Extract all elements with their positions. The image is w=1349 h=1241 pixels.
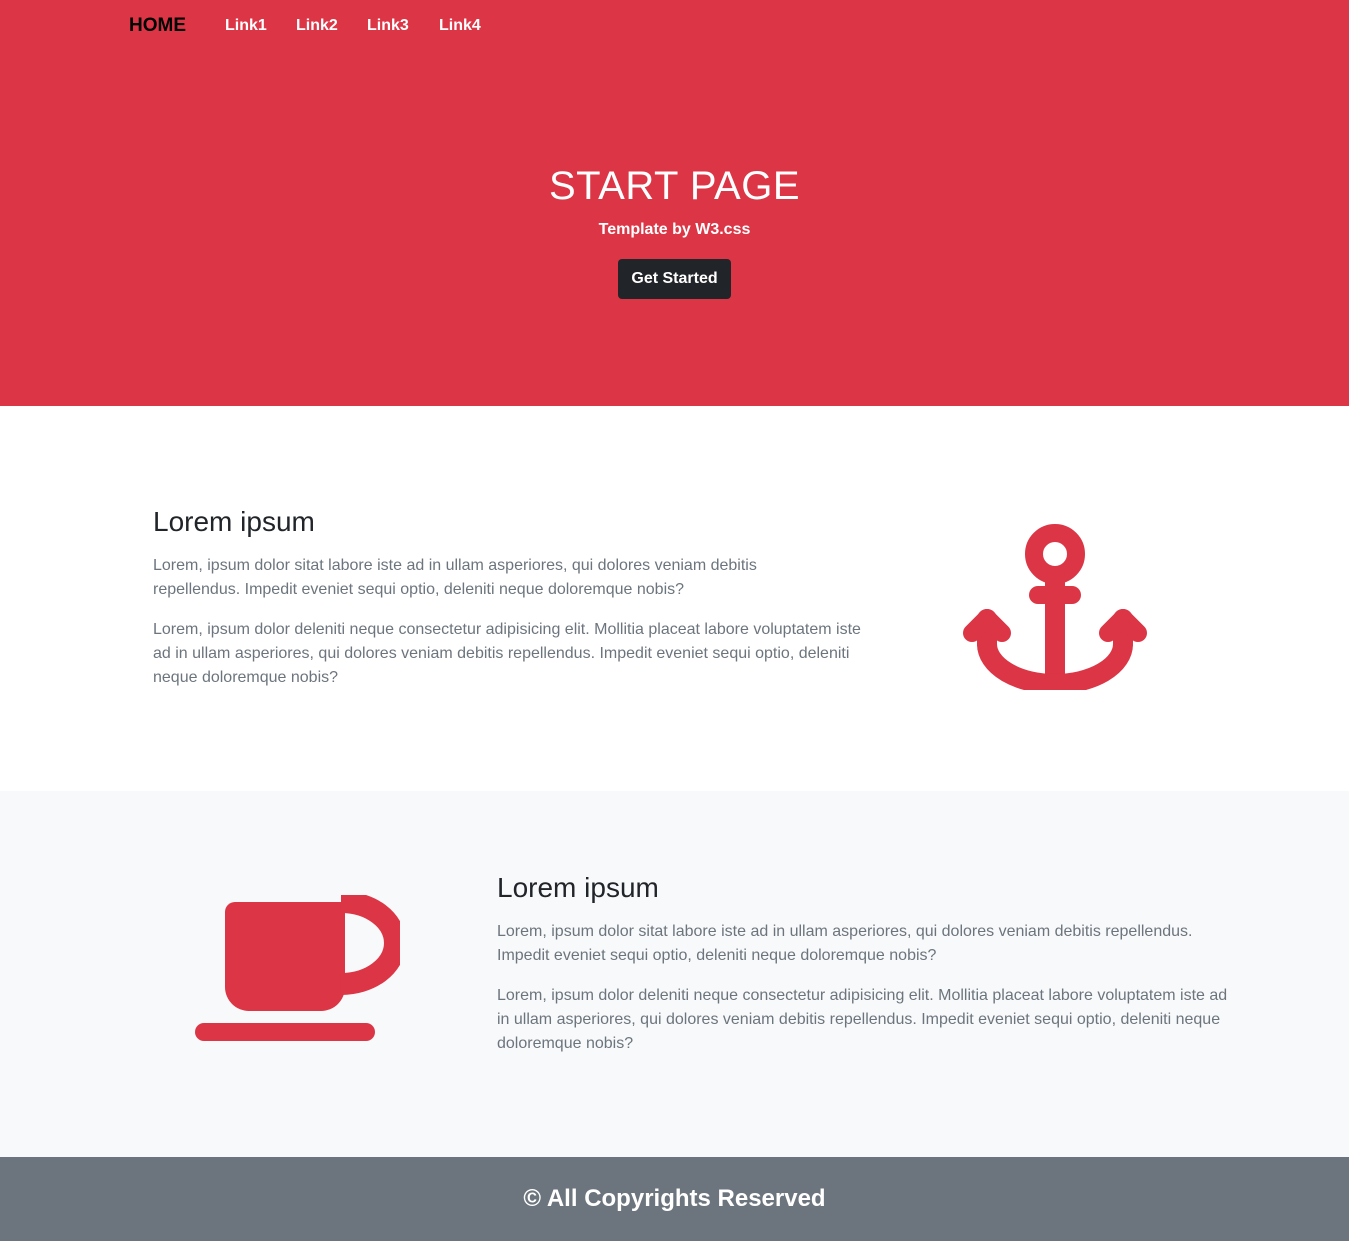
section-two-paragraph-1: Lorem, ipsum dolor sitat labore iste ad … <box>497 923 1193 964</box>
feature-section-two: Lorem ipsum Lorem, ipsum dolor sitat lab… <box>0 791 1349 1157</box>
nav-link-4[interactable]: Link4 <box>439 17 481 35</box>
footer: © All Copyrights Reserved <box>0 1157 1349 1241</box>
anchor-icon <box>963 524 1147 690</box>
hero-subtitle: Template by W3.css <box>598 221 751 238</box>
get-started-button[interactable]: Get Started <box>618 259 731 299</box>
section-one-paragraph-1: Lorem, ipsum dolor sitat labore iste ad … <box>153 557 757 598</box>
nav-link-3[interactable]: Link3 <box>367 17 409 35</box>
nav-link-2[interactable]: Link2 <box>296 17 338 35</box>
top-nav: HOME Link1 Link2 Link3 Link4 <box>0 0 1349 56</box>
section-one-heading: Lorem ipsum <box>153 506 315 537</box>
section-two-heading: Lorem ipsum <box>497 872 659 903</box>
coffee-cup-icon <box>195 895 400 1041</box>
nav-home-link[interactable]: HOME <box>129 15 186 37</box>
section-two-paragraph-2: Lorem, ipsum dolor deleniti neque consec… <box>497 987 1228 1052</box>
feature-section-one: Lorem ipsum Lorem, ipsum dolor sitat lab… <box>0 406 1349 791</box>
section-one-paragraph-2: Lorem, ipsum dolor deleniti neque consec… <box>153 621 861 686</box>
nav-link-1[interactable]: Link1 <box>225 17 267 35</box>
footer-copyright: © All Copyrights Reserved <box>523 1185 826 1212</box>
hero-section: HOME Link1 Link2 Link3 Link4 START PAGE … <box>0 0 1349 406</box>
hero-title: START PAGE <box>549 164 800 208</box>
